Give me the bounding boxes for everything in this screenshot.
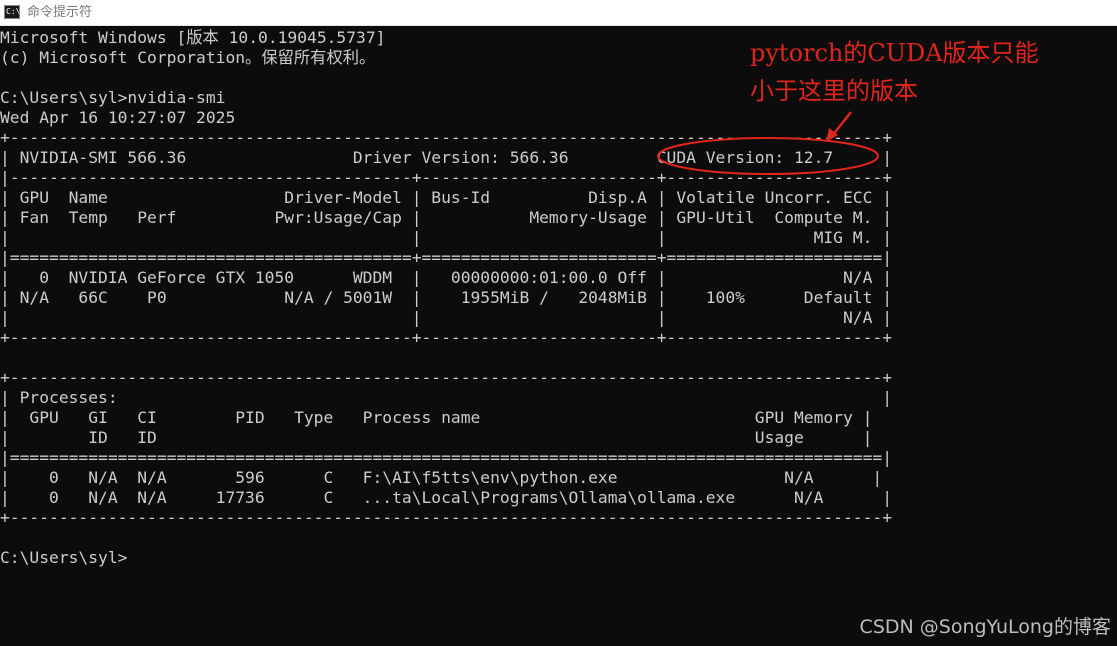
console-line: |---------------------------------------… bbox=[0, 168, 892, 187]
annotation-line-1: pytorch的CUDA版本只能 bbox=[750, 39, 1039, 67]
console-line: | GPU GI CI PID Type Process name GPU Me… bbox=[0, 408, 873, 427]
console-line: | GPU Name Driver-Model | Bus-Id Disp.A … bbox=[0, 188, 892, 207]
console-line: | ID ID Usage | bbox=[0, 428, 873, 447]
console-line: |=======================================… bbox=[0, 448, 892, 467]
console-line: | 0 N/A N/A 596 C F:\AI\f5tts\env\python… bbox=[0, 468, 883, 487]
console-line: C:\Users\syl> bbox=[0, 548, 128, 567]
console-line: | 0 N/A N/A 17736 C ...ta\Local\Programs… bbox=[0, 488, 892, 507]
console-line: | | | N/A | bbox=[0, 308, 892, 327]
watermark: CSDN @SongYuLong的博客 bbox=[859, 616, 1111, 638]
console-line: Wed Apr 16 10:27:07 2025 bbox=[0, 108, 236, 127]
console-line: | NVIDIA-SMI 566.36 Driver Version: 566.… bbox=[0, 148, 892, 167]
console-line: | N/A 66C P0 N/A / 5001W | 1955MiB / 204… bbox=[0, 288, 892, 307]
cmd-icon: C:\ bbox=[4, 5, 20, 19]
console-line: | Fan Temp Perf Pwr:Usage/Cap | Memory-U… bbox=[0, 208, 892, 227]
console-line: |=======================================… bbox=[0, 248, 892, 267]
window-title: 命令提示符 bbox=[27, 5, 93, 20]
annotation-note: pytorch的CUDA版本只能 小于这里的版本 bbox=[750, 34, 1039, 110]
annotation-line-2: 小于这里的版本 bbox=[750, 77, 918, 105]
console-line: | Processes: | bbox=[0, 388, 892, 407]
console-line: | | | MIG M. | bbox=[0, 228, 892, 247]
console-line: | 0 NVIDIA GeForce GTX 1050 WDDM | 00000… bbox=[0, 268, 892, 287]
title-bar: C:\ 命令提示符 bbox=[0, 0, 1117, 26]
console-line: +---------------------------------------… bbox=[0, 368, 892, 387]
console-line: +---------------------------------------… bbox=[0, 328, 892, 347]
console-line: +---------------------------------------… bbox=[0, 128, 892, 147]
console-line: +---------------------------------------… bbox=[0, 508, 892, 527]
